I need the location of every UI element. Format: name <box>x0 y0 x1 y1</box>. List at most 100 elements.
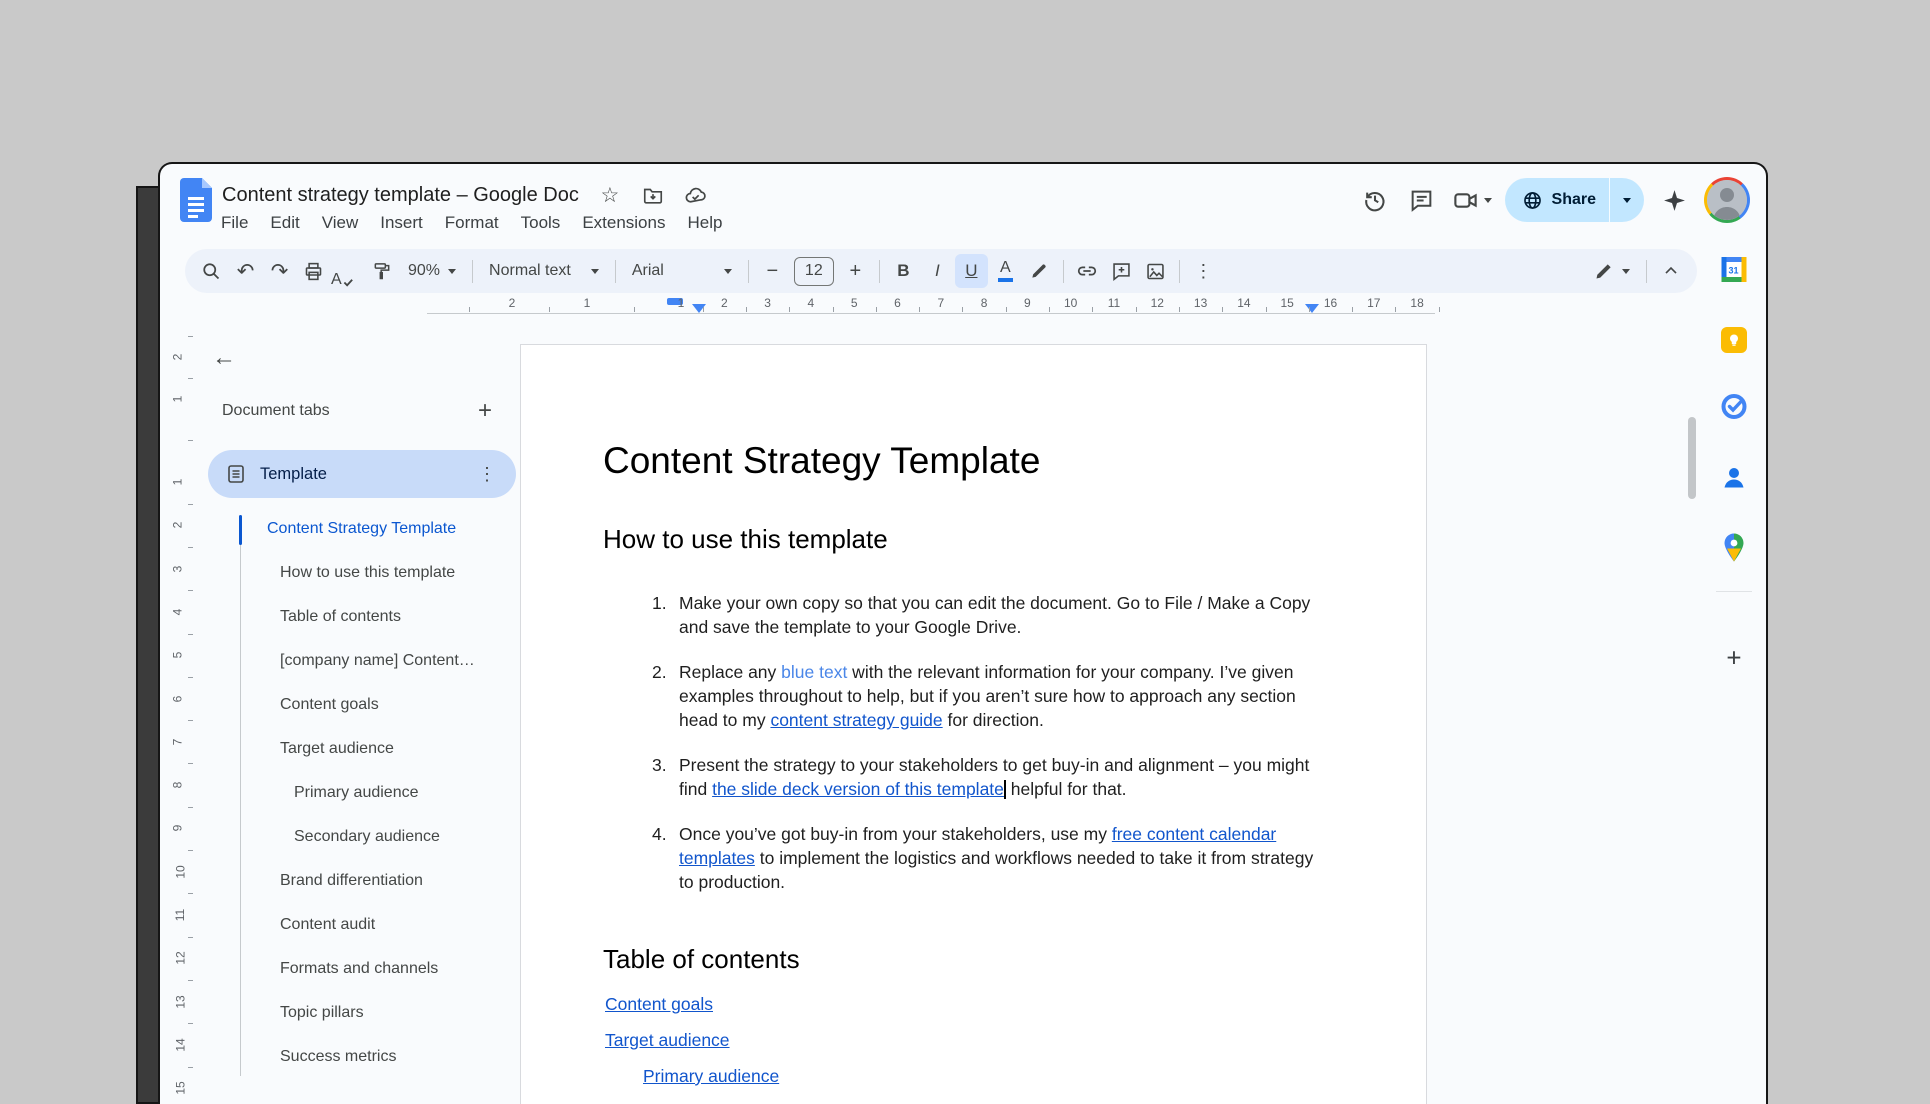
doc-link[interactable]: content strategy guide <box>770 710 942 730</box>
add-tab-icon[interactable]: + <box>470 396 500 426</box>
paragraph-style-value: Normal text <box>489 262 571 280</box>
font-family-select[interactable]: Arial <box>623 254 741 288</box>
collapse-toolbar-icon[interactable] <box>1654 254 1687 288</box>
menu-help[interactable]: Help <box>676 208 733 238</box>
document-title[interactable]: Content strategy template – Google Doc <box>222 184 579 207</box>
account-avatar[interactable] <box>1704 177 1750 223</box>
google-maps-icon[interactable] <box>1722 534 1746 567</box>
left-indent-marker[interactable] <box>692 304 706 313</box>
ruler-number: 4 <box>170 609 184 616</box>
right-indent-marker[interactable] <box>1305 304 1319 313</box>
search-menus-icon[interactable] <box>195 254 228 288</box>
google-keep-icon[interactable] <box>1721 327 1747 353</box>
paragraph-style-select[interactable]: Normal text <box>480 254 608 288</box>
tab-options-icon[interactable]: ⋮ <box>478 464 496 485</box>
document-page[interactable]: Content Strategy Template How to use thi… <box>520 344 1427 1104</box>
add-comment-icon[interactable] <box>1105 254 1138 288</box>
tab-template[interactable]: Template ⋮ <box>208 450 516 498</box>
ruler-number: 14 <box>1237 296 1250 310</box>
list-item-text[interactable]: Make your own copy so that you can edit … <box>679 591 1331 639</box>
toolbar-divider <box>615 260 616 283</box>
comments-icon[interactable] <box>1405 183 1439 217</box>
h-ruler[interactable]: 21123456789101112131415161718 <box>160 296 1768 314</box>
editing-mode-select[interactable] <box>1585 254 1639 288</box>
list-item-text[interactable]: Present the strategy to your stakeholder… <box>679 753 1331 801</box>
outline-item[interactable]: Content goals <box>280 696 379 714</box>
outline-item[interactable]: Formats and channels <box>280 960 438 978</box>
list-item: 4.Once you’ve got buy-in from your stake… <box>521 822 1426 894</box>
toc-link[interactable]: Primary audience <box>643 1066 779 1086</box>
menu-file[interactable]: File <box>210 208 259 238</box>
outline-item[interactable]: How to use this template <box>280 564 455 582</box>
doc-heading-toc: Table of contents <box>603 944 800 975</box>
paint-format-icon[interactable] <box>365 254 398 288</box>
tab-label: Template <box>260 465 464 484</box>
ruler-number: 16 <box>1324 296 1337 310</box>
outline-item[interactable]: Brand differentiation <box>280 872 423 890</box>
ruler-number: 15 <box>1281 296 1294 310</box>
outline-item[interactable]: Content audit <box>280 916 375 934</box>
outline-item[interactable]: [company name] Content… <box>280 652 475 670</box>
outline-item[interactable]: Target audience <box>280 740 394 758</box>
outline-item[interactable]: Secondary audience <box>294 828 440 846</box>
outline-item[interactable]: Success metrics <box>280 1048 396 1066</box>
toc-link[interactable]: Content goals <box>605 994 713 1014</box>
move-to-folder-icon[interactable] <box>641 183 665 207</box>
vertical-scrollbar[interactable] <box>1688 417 1696 499</box>
print-icon[interactable] <box>297 254 330 288</box>
close-tabs-panel-button[interactable]: ← <box>208 342 240 374</box>
google-contacts-icon[interactable] <box>1721 465 1747 496</box>
share-options-arrow[interactable] <box>1610 178 1644 222</box>
spellcheck-icon[interactable]: A <box>331 254 364 288</box>
google-docs-logo-icon[interactable] <box>180 178 212 227</box>
toolbar-divider <box>1063 260 1064 283</box>
outline-item[interactable]: Topic pillars <box>280 1004 364 1022</box>
outline-item[interactable]: Table of contents <box>280 608 401 626</box>
decrease-font-size-icon[interactable]: − <box>756 254 789 288</box>
underline-icon[interactable]: U <box>955 254 988 288</box>
insert-image-icon[interactable] <box>1139 254 1172 288</box>
outline-item[interactable]: Primary audience <box>294 784 419 802</box>
google-calendar-icon[interactable]: 31 <box>1721 256 1748 288</box>
menu-format[interactable]: Format <box>434 208 510 238</box>
ruler-number: 11 <box>173 909 187 921</box>
version-history-icon[interactable] <box>1358 183 1392 217</box>
ruler-tick <box>188 634 193 635</box>
list-item-text[interactable]: Once you’ve got buy-in from your stakeho… <box>679 822 1331 894</box>
outline-indent-guide <box>240 516 241 1076</box>
outline-item[interactable]: Content Strategy Template <box>267 520 456 538</box>
ruler-tick <box>789 307 790 312</box>
doc-link[interactable]: the slide deck version of this template <box>712 779 1004 799</box>
bold-icon[interactable]: B <box>887 254 920 288</box>
increase-font-size-icon[interactable]: + <box>839 254 872 288</box>
get-add-ons-icon[interactable]: + <box>1726 643 1741 674</box>
menu-insert[interactable]: Insert <box>369 208 434 238</box>
highlight-color-icon[interactable] <box>1023 254 1056 288</box>
font-size-input[interactable]: 12 <box>794 257 834 286</box>
more-options-icon[interactable]: ⋮ <box>1187 254 1220 288</box>
menu-edit[interactable]: Edit <box>259 208 310 238</box>
menu-tools[interactable]: Tools <box>510 208 572 238</box>
list-item-text[interactable]: Replace any blue text with the relevant … <box>679 660 1331 732</box>
ruler-number: 5 <box>170 652 184 659</box>
share-button[interactable]: Share <box>1505 178 1644 222</box>
ruler-tick <box>188 336 193 337</box>
google-tasks-icon[interactable] <box>1721 393 1748 425</box>
title-block: Content strategy template – Google Doc ☆ <box>222 181 708 209</box>
join-call-control[interactable] <box>1452 187 1492 214</box>
toc-link[interactable]: Target audience <box>605 1030 730 1050</box>
gemini-sparkle-icon[interactable] <box>1657 183 1691 217</box>
star-icon[interactable]: ☆ <box>598 183 622 207</box>
menu-view[interactable]: View <box>311 208 370 238</box>
redo-icon[interactable]: ↷ <box>263 254 296 288</box>
zoom-select[interactable]: 90% <box>399 254 465 288</box>
v-ruler: 21123456789101112131415 <box>166 314 198 1104</box>
menu-extensions[interactable]: Extensions <box>571 208 676 238</box>
cloud-status-icon[interactable] <box>684 183 708 207</box>
doc-heading-title: Content Strategy Template <box>603 440 1040 482</box>
text-color-icon[interactable]: A <box>989 254 1022 288</box>
insert-link-icon[interactable] <box>1071 254 1104 288</box>
italic-icon[interactable]: I <box>921 254 954 288</box>
undo-icon[interactable]: ↶ <box>229 254 262 288</box>
ruler-tick <box>1092 307 1093 312</box>
